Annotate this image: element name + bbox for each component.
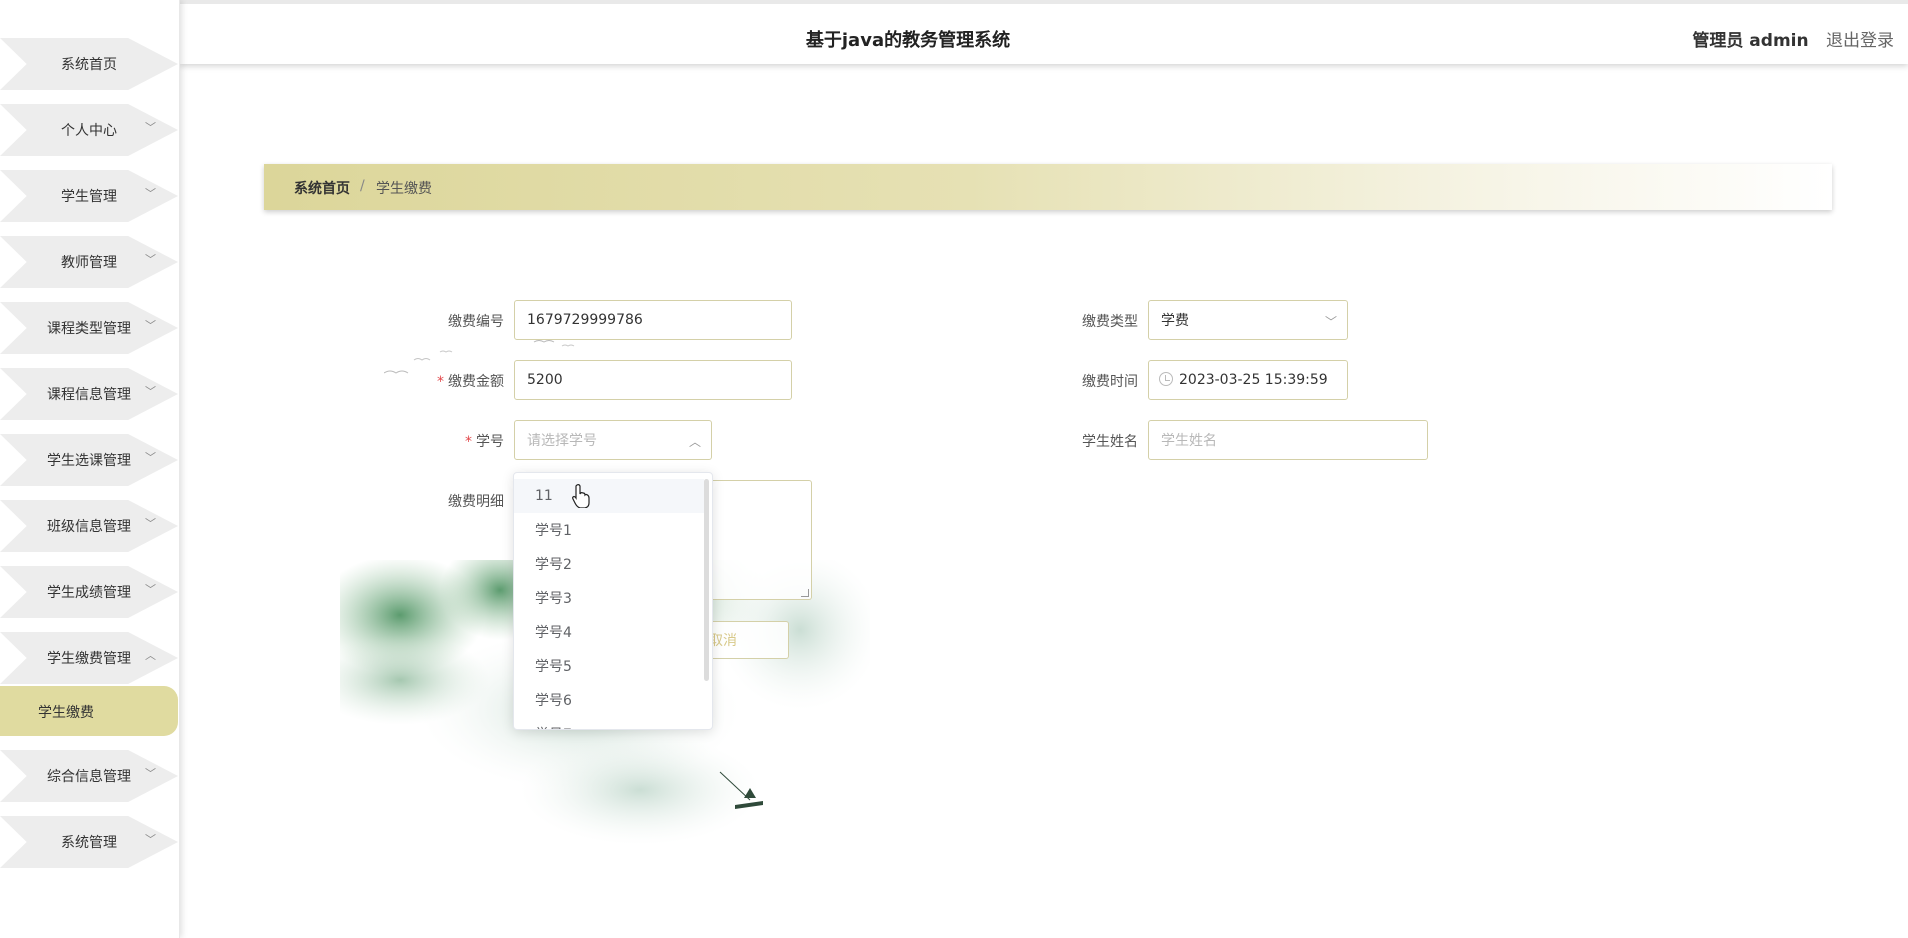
sidebar-item-system-management[interactable]: 系统管理 ﹀ <box>0 814 178 870</box>
page: 系统首页 个人中心 ﹀ 学生管理 ﹀ 教师管理 ﹀ 课程类型管理 ﹀ 课程信息管… <box>0 0 1908 938</box>
cancel-button[interactable]: 取消 <box>709 621 789 659</box>
sidebar-item-course-type-management[interactable]: 课程类型管理 ﹀ <box>0 300 178 356</box>
site-title: 基于java的教务管理系统 <box>805 30 1011 51</box>
details-textarea[interactable] <box>712 480 812 600</box>
payment-time-label: 缴费时间 <box>1082 374 1138 390</box>
student-no-select[interactable]: 请选择学号 ︿ <box>514 420 712 460</box>
payment-type-select[interactable]: 学费 ﹀ <box>1148 300 1348 340</box>
breadcrumb-home-link[interactable]: 系统首页 <box>294 178 350 198</box>
sidebar: 系统首页 个人中心 ﹀ 学生管理 ﹀ 教师管理 ﹀ 课程类型管理 ﹀ 课程信息管… <box>0 0 180 938</box>
chevron-up-icon: ︿ <box>145 649 156 662</box>
hand-pointer-icon <box>572 484 590 508</box>
clock-icon <box>1159 372 1173 386</box>
student-no-label: * 学号 <box>465 434 504 450</box>
dropdown-option[interactable]: 学号3 <box>514 581 704 615</box>
chevron-down-icon: ﹀ <box>145 253 156 266</box>
chevron-down-icon: ﹀ <box>145 319 156 332</box>
logout-link[interactable]: 退出登录 <box>1826 31 1894 51</box>
sidebar-subitem-student-payment[interactable]: 学生缴费 <box>0 686 178 736</box>
chevron-down-icon: ﹀ <box>145 517 156 530</box>
dropdown-option[interactable]: 学号1 <box>514 513 704 547</box>
chevron-down-icon: ﹀ <box>145 121 156 134</box>
dropdown-option[interactable]: 学号6 <box>514 683 704 717</box>
amount-input[interactable]: 5200 <box>514 360 792 400</box>
chevron-down-icon: ﹀ <box>145 451 156 464</box>
chevron-down-icon: ﹀ <box>145 385 156 398</box>
dropdown-scrollbar[interactable] <box>704 479 709 681</box>
sidebar-item-grade-management[interactable]: 学生成绩管理 ﹀ <box>0 564 178 620</box>
user-area: 管理员 admin 退出登录 <box>1692 26 1894 51</box>
details-label: 缴费明细 <box>448 494 504 510</box>
amount-label: * 缴费金额 <box>437 374 504 390</box>
sidebar-item-home[interactable]: 系统首页 <box>0 36 178 92</box>
sidebar-item-class-info-management[interactable]: 班级信息管理 ﹀ <box>0 498 178 554</box>
student-no-dropdown: 11 学号1 学号2 学号3 学号4 学号5 学号6 学号7 <box>513 472 713 730</box>
breadcrumb-current: 学生缴费 <box>376 181 432 197</box>
dropdown-option[interactable]: 学号2 <box>514 547 704 581</box>
dropdown-option[interactable]: 学号5 <box>514 649 704 683</box>
chevron-down-icon: ﹀ <box>145 583 156 596</box>
dropdown-option[interactable]: 学号4 <box>514 615 704 649</box>
payment-type-label: 缴费类型 <box>1082 314 1138 330</box>
sidebar-item-personal-center[interactable]: 个人中心 ﹀ <box>0 102 178 158</box>
chevron-down-icon: ﹀ <box>1324 315 1337 329</box>
breadcrumb: 系统首页 / 学生缴费 <box>264 164 1832 210</box>
sidebar-item-course-selection-management[interactable]: 学生选课管理 ﹀ <box>0 432 178 488</box>
student-name-label: 学生姓名 <box>1082 434 1138 450</box>
sidebar-item-payment-management[interactable]: 学生缴费管理 ︿ <box>0 630 178 686</box>
chevron-down-icon: ﹀ <box>145 187 156 200</box>
breadcrumb-separator: / <box>360 178 365 194</box>
sidebar-item-label: 系统首页 <box>61 57 117 73</box>
current-user: 管理员 admin <box>1692 31 1809 51</box>
dropdown-option[interactable]: 学号7 <box>514 717 704 729</box>
chevron-up-icon: ︿ <box>688 435 701 449</box>
payment-no-label: 缴费编号 <box>448 314 504 330</box>
chevron-down-icon: ﹀ <box>145 833 156 846</box>
sidebar-item-course-info-management[interactable]: 课程信息管理 ﹀ <box>0 366 178 422</box>
chevron-down-icon: ﹀ <box>145 767 156 780</box>
sidebar-item-student-management[interactable]: 学生管理 ﹀ <box>0 168 178 224</box>
payment-no-input[interactable]: 1679729999786 <box>514 300 792 340</box>
sidebar-item-general-info-management[interactable]: 综合信息管理 ﹀ <box>0 748 178 804</box>
student-name-input[interactable]: 学生姓名 <box>1148 420 1428 460</box>
top-header: 基于java的教务管理系统 管理员 admin 退出登录 <box>180 0 1908 64</box>
sidebar-subitem-label: 学生缴费 <box>38 705 94 721</box>
resize-handle-icon[interactable] <box>801 589 809 597</box>
sidebar-item-teacher-management[interactable]: 教师管理 ﹀ <box>0 234 178 290</box>
dropdown-option[interactable]: 11 <box>514 479 704 513</box>
payment-time-picker[interactable]: 2023-03-25 15:39:59 <box>1148 360 1348 400</box>
